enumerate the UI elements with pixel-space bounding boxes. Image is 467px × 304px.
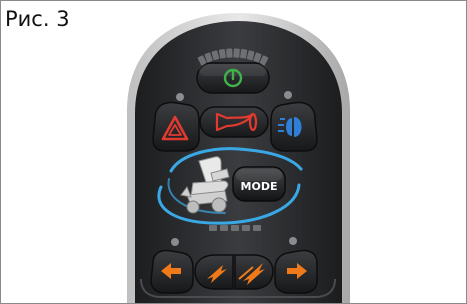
speed-gauge xyxy=(209,225,261,231)
figure-frame: MODE Рис. 3 xyxy=(0,0,467,304)
horn-button[interactable] xyxy=(199,106,269,138)
status-dot-lower-right xyxy=(289,237,297,245)
battery-gauge-segment xyxy=(226,48,233,58)
power-button[interactable] xyxy=(196,62,270,94)
status-dot-lower-left xyxy=(171,238,179,246)
speed-increase-button[interactable] xyxy=(234,254,274,290)
figure-label: Рис. 3 xyxy=(5,7,70,31)
headlight-button[interactable] xyxy=(270,101,318,152)
status-dot-right xyxy=(284,91,292,99)
speed-gauge-segment xyxy=(220,225,228,231)
controller-illustration: MODE xyxy=(127,13,350,303)
mode-button-label: MODE xyxy=(241,180,278,193)
speed-decrease-button[interactable] xyxy=(194,254,234,290)
speed-gauge-segment xyxy=(231,225,239,231)
battery-gauge-segment xyxy=(233,48,240,58)
speed-gauge-segment xyxy=(209,225,217,231)
status-dot-left xyxy=(176,93,184,101)
right-indicator-button[interactable] xyxy=(274,249,318,294)
hazard-button[interactable] xyxy=(152,101,200,152)
speed-gauge-segment xyxy=(242,225,250,231)
mode-button[interactable]: MODE xyxy=(232,166,286,202)
speed-gauge-segment xyxy=(253,225,261,231)
left-indicator-button[interactable] xyxy=(150,249,194,294)
